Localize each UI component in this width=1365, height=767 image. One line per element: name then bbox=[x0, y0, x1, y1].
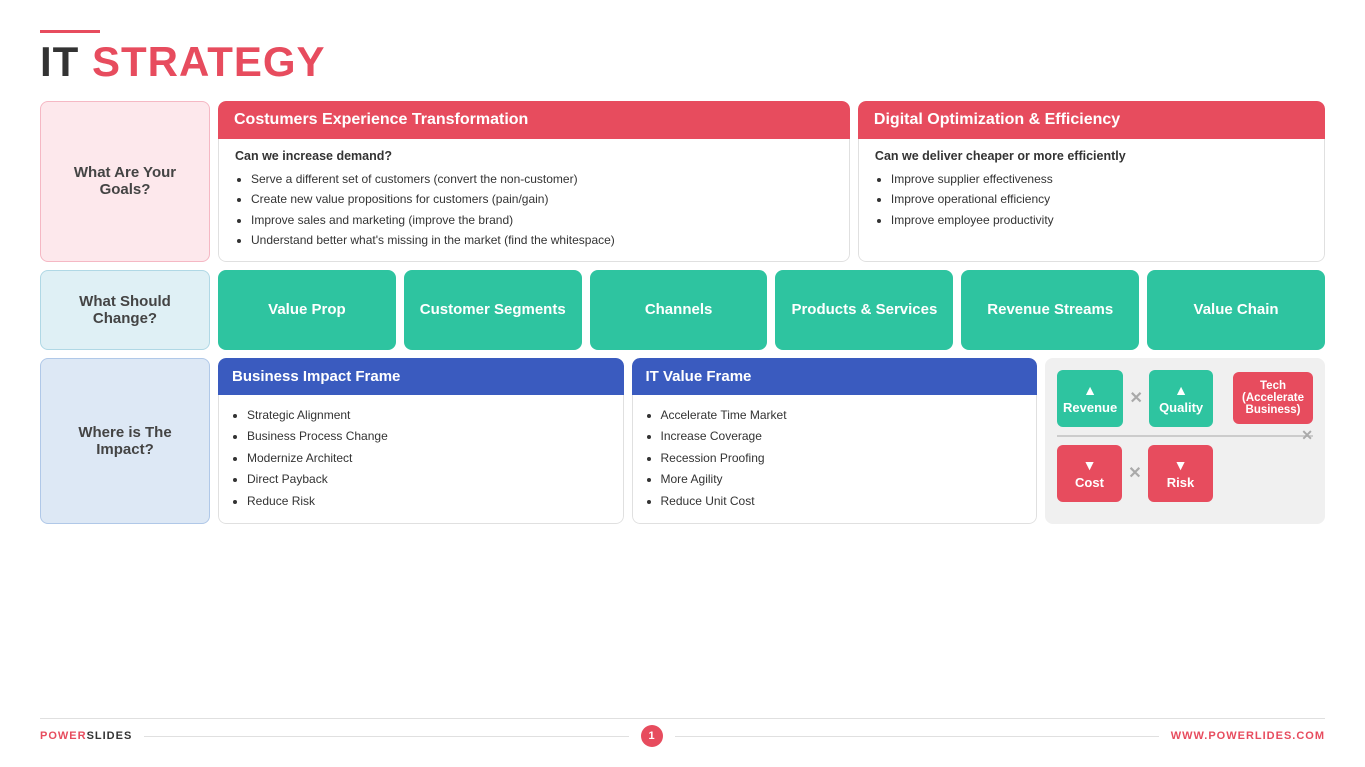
title-it: IT bbox=[40, 38, 79, 85]
channels-box: Channels bbox=[590, 270, 768, 350]
brand-light: SLIDES bbox=[87, 730, 133, 742]
title-strategy: STRATEGY bbox=[79, 38, 325, 85]
list-item: More Agility bbox=[661, 469, 1023, 491]
it-value-header: IT Value Frame bbox=[632, 358, 1038, 395]
down-arrow-icon2: ▼ bbox=[1174, 457, 1188, 473]
quad-x2: ✕ bbox=[1301, 427, 1313, 444]
risk-button: ▼ Risk bbox=[1148, 445, 1213, 502]
change-boxes: Value Prop Customer Segments Channels Pr… bbox=[218, 270, 1325, 350]
up-arrow-icon: ▲ bbox=[1083, 382, 1097, 398]
header-section: IT STRATEGY bbox=[40, 30, 1325, 83]
list-item: Improve sales and marketing (improve the… bbox=[251, 210, 833, 230]
revenue-button: ▲ Revenue bbox=[1057, 370, 1123, 427]
list-item: Create new value propositions for custom… bbox=[251, 189, 833, 209]
change-row: What Should Change? Value Prop Customer … bbox=[40, 270, 1325, 350]
page: IT STRATEGY What Are Your Goals? Costume… bbox=[0, 0, 1365, 767]
brand-name: POWERSLIDES bbox=[40, 730, 132, 742]
customer-experience-question: Can we increase demand? bbox=[235, 149, 833, 163]
customer-experience-card: Costumers Experience Transformation Can … bbox=[218, 101, 850, 262]
impact-row: Where is The Impact? Business Impact Fra… bbox=[40, 358, 1325, 524]
impact-label: Where is The Impact? bbox=[40, 358, 210, 524]
list-item: Improve employee productivity bbox=[891, 210, 1308, 230]
impact-content: Business Impact Frame Strategic Alignmen… bbox=[218, 358, 1325, 524]
list-item: Improve operational efficiency bbox=[891, 189, 1308, 209]
goals-label: What Are Your Goals? bbox=[40, 101, 210, 262]
quad-divider: ✕ bbox=[1057, 435, 1313, 437]
it-value-body: Accelerate Time Market Increase Coverage… bbox=[632, 395, 1038, 524]
customer-experience-body: Can we increase demand? Serve a differen… bbox=[218, 139, 850, 262]
list-item: Increase Coverage bbox=[661, 426, 1023, 448]
business-impact-body: Strategic Alignment Business Process Cha… bbox=[218, 395, 624, 524]
business-impact-header: Business Impact Frame bbox=[218, 358, 624, 395]
brand-bold: POWER bbox=[40, 730, 87, 742]
digital-optimization-question: Can we deliver cheaper or more efficient… bbox=[875, 149, 1308, 163]
revenue-streams-box: Revenue Streams bbox=[961, 270, 1139, 350]
tech-button: Tech (Accelerate Business) bbox=[1233, 372, 1313, 424]
it-value-list: Accelerate Time Market Increase Coverage… bbox=[647, 405, 1023, 513]
goals-row: What Are Your Goals? Costumers Experienc… bbox=[40, 101, 1325, 262]
down-arrow-icon: ▼ bbox=[1083, 457, 1097, 473]
digital-optimization-card: Digital Optimization & Efficiency Can we… bbox=[858, 101, 1325, 262]
customer-experience-list: Serve a different set of customers (conv… bbox=[235, 169, 833, 251]
digital-optimization-header: Digital Optimization & Efficiency bbox=[858, 101, 1325, 139]
list-item: Accelerate Time Market bbox=[661, 405, 1023, 427]
business-impact-card: Business Impact Frame Strategic Alignmen… bbox=[218, 358, 624, 524]
customer-segments-box: Customer Segments bbox=[404, 270, 582, 350]
digital-optimization-list: Improve supplier effectiveness Improve o… bbox=[875, 169, 1308, 230]
footer-line-right bbox=[675, 736, 1159, 737]
page-number: 1 bbox=[641, 725, 663, 747]
goals-content: Costumers Experience Transformation Can … bbox=[218, 101, 1325, 262]
header-accent-line bbox=[40, 30, 100, 33]
list-item: Recession Proofing bbox=[661, 448, 1023, 470]
cost-button: ▼ Cost bbox=[1057, 445, 1122, 502]
main-grid: What Are Your Goals? Costumers Experienc… bbox=[40, 101, 1325, 710]
quality-button: ▲ Quality bbox=[1149, 370, 1213, 427]
website-url: WWW.POWERLIDES.COM bbox=[1171, 730, 1325, 742]
list-item: Improve supplier effectiveness bbox=[891, 169, 1308, 189]
quad-x3: ✕ bbox=[1128, 463, 1142, 483]
list-item: Reduce Risk bbox=[247, 491, 609, 513]
list-item: Modernize Architect bbox=[247, 448, 609, 470]
list-item: Reduce Unit Cost bbox=[661, 491, 1023, 513]
list-item: Understand better what's missing in the … bbox=[251, 230, 833, 250]
change-label: What Should Change? bbox=[40, 270, 210, 350]
products-services-box: Products & Services bbox=[775, 270, 953, 350]
value-prop-box: Value Prop bbox=[218, 270, 396, 350]
business-impact-list: Strategic Alignment Business Process Cha… bbox=[233, 405, 609, 513]
page-title: IT STRATEGY bbox=[40, 41, 1325, 83]
quadrant-box: ▲ Revenue ✕ ▲ Quality Tech (Accelerate B… bbox=[1045, 358, 1325, 524]
list-item: Strategic Alignment bbox=[247, 405, 609, 427]
digital-optimization-body: Can we deliver cheaper or more efficient… bbox=[858, 139, 1325, 262]
value-chain-box: Value Chain bbox=[1147, 270, 1325, 350]
list-item: Serve a different set of customers (conv… bbox=[251, 169, 833, 189]
up-arrow-icon2: ▲ bbox=[1174, 382, 1188, 398]
list-item: Direct Payback bbox=[247, 469, 609, 491]
it-value-card: IT Value Frame Accelerate Time Market In… bbox=[632, 358, 1038, 524]
customer-experience-header: Costumers Experience Transformation bbox=[218, 101, 850, 139]
quad-bottom-row: ▼ Cost ✕ ▼ Risk bbox=[1057, 445, 1313, 502]
quad-top-row: ▲ Revenue ✕ ▲ Quality Tech (Accelerate B… bbox=[1057, 370, 1313, 427]
list-item: Business Process Change bbox=[247, 426, 609, 448]
footer: POWERSLIDES 1 WWW.POWERLIDES.COM bbox=[40, 718, 1325, 747]
footer-line-left bbox=[144, 736, 628, 737]
quad-x1: ✕ bbox=[1129, 388, 1143, 408]
